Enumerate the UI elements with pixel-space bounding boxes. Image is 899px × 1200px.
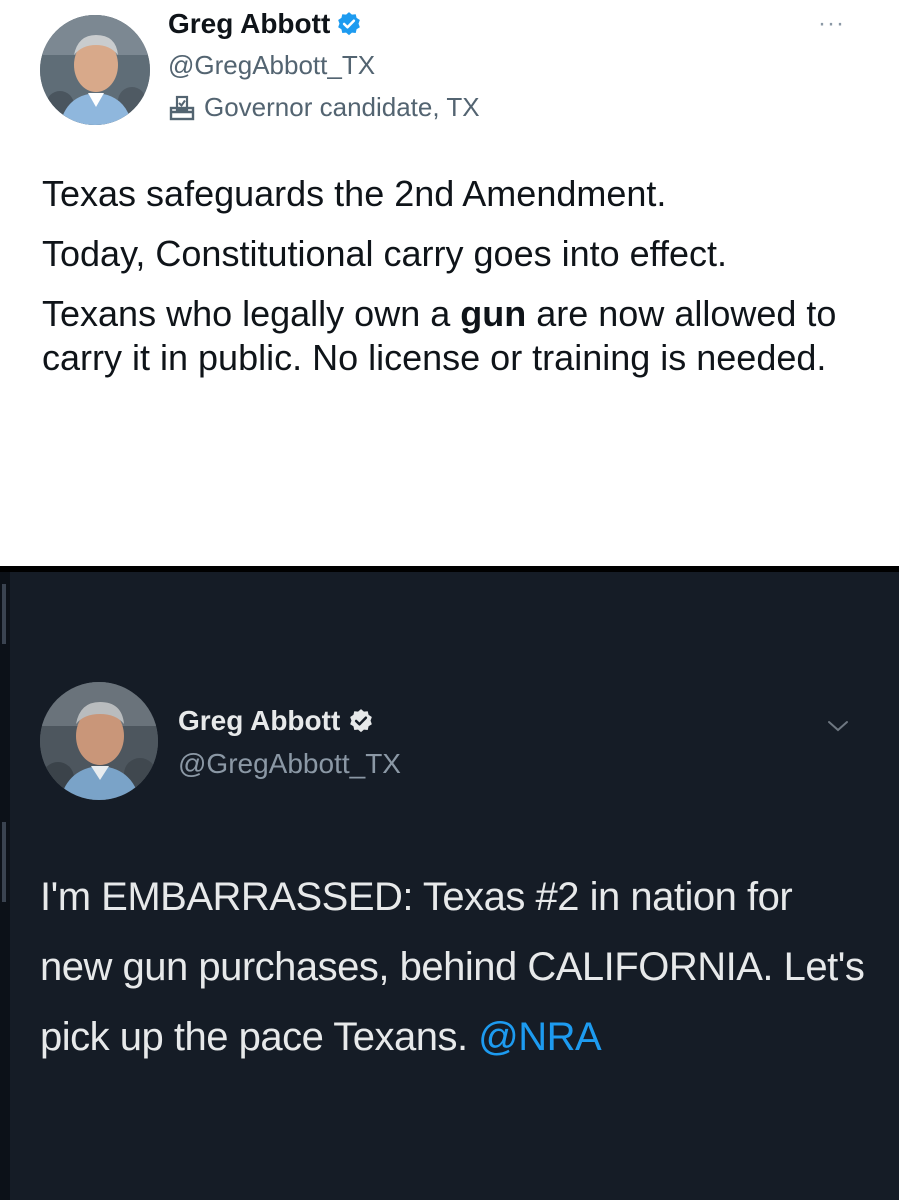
top-tweet: Greg Abbott @GregAbbott_TX Governor cand… [0, 0, 899, 568]
avatar-photo-icon [40, 15, 150, 125]
user-handle[interactable]: @GregAbbott_TX [178, 748, 401, 780]
display-name-text: Greg Abbott [168, 8, 331, 39]
tweet-paragraph: Today, Constitutional carry goes into ef… [42, 233, 728, 274]
display-name[interactable]: Greg Abbott [178, 705, 374, 737]
avatar-photo-icon [40, 682, 158, 800]
mention-link[interactable]: @NRA [478, 1015, 602, 1059]
tweet-text-segment: I'm EMBARRASSED: Texas #2 in nation for … [40, 875, 865, 1059]
chevron-down-icon[interactable] [826, 718, 850, 739]
tweet-paragraph: Texans who legally own a gun are now all… [42, 292, 862, 380]
ballot-box-icon [169, 95, 195, 120]
screenshot-edge-mark [2, 584, 6, 644]
user-handle[interactable]: @GregAbbott_TX [168, 50, 375, 81]
tweet-paragraph: Texas safeguards the 2nd Amendment. [42, 173, 667, 214]
account-label-text: Governor candidate, TX [204, 92, 480, 122]
verified-badge-icon [350, 709, 373, 733]
display-name[interactable]: Greg Abbott [168, 8, 362, 40]
screenshot-edge-mark [2, 822, 6, 902]
more-options-icon[interactable]: ··· [818, 10, 845, 38]
display-name-text: Greg Abbott [178, 705, 341, 736]
highlighted-keyword: gun [460, 293, 527, 334]
avatar[interactable] [40, 15, 150, 125]
tweet-text: Texas safeguards the 2nd Amendment. Toda… [42, 172, 862, 396]
account-label: Governor candidate, TX [168, 92, 480, 123]
embedded-tweet-screenshot: Greg Abbott @GregAbbott_TX I'm EMBARRASS… [0, 572, 899, 1200]
tweet-text-segment: Texans who legally own a [42, 293, 461, 334]
verified-badge-icon [338, 12, 361, 36]
tweet-text: I'm EMBARRASSED: Texas #2 in nation for … [40, 862, 870, 1072]
avatar[interactable] [40, 682, 158, 800]
